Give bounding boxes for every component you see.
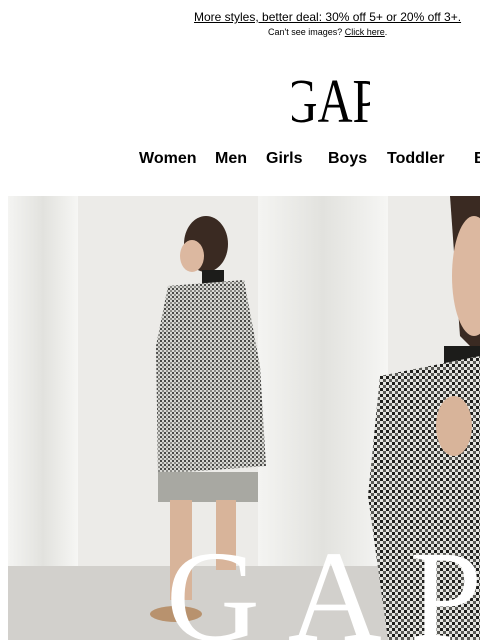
nav-girls[interactable]: Girls (266, 150, 302, 168)
click-here-link[interactable]: Click here (345, 27, 385, 37)
view-in-browser: Can't see images? Click here. (268, 27, 387, 37)
nav-women[interactable]: Women (139, 150, 196, 168)
logo-text: GAP (292, 68, 370, 128)
promo-link[interactable]: More styles, better deal: 30% off 5+ or … (194, 10, 461, 24)
period-text: . (384, 27, 388, 37)
gap-logo-icon: GAP (283, 67, 380, 136)
hero-image[interactable]: GAP (8, 196, 480, 640)
cant-see-text: Can't see images? (268, 27, 343, 37)
nav-toddler[interactable]: Toddler (387, 150, 444, 168)
nav-men[interactable]: Men (215, 150, 247, 168)
gap-logo[interactable]: GAP (283, 67, 380, 136)
nav-baby[interactable]: B (474, 150, 480, 168)
nav-boys[interactable]: Boys (328, 150, 367, 168)
category-nav: Women Men Girls Boys Toddler B (0, 150, 480, 172)
hero-photo: GAP (8, 196, 480, 640)
hero-overlay-text: GAP (166, 525, 480, 640)
email-page: More styles, better deal: 30% off 5+ or … (0, 0, 480, 640)
